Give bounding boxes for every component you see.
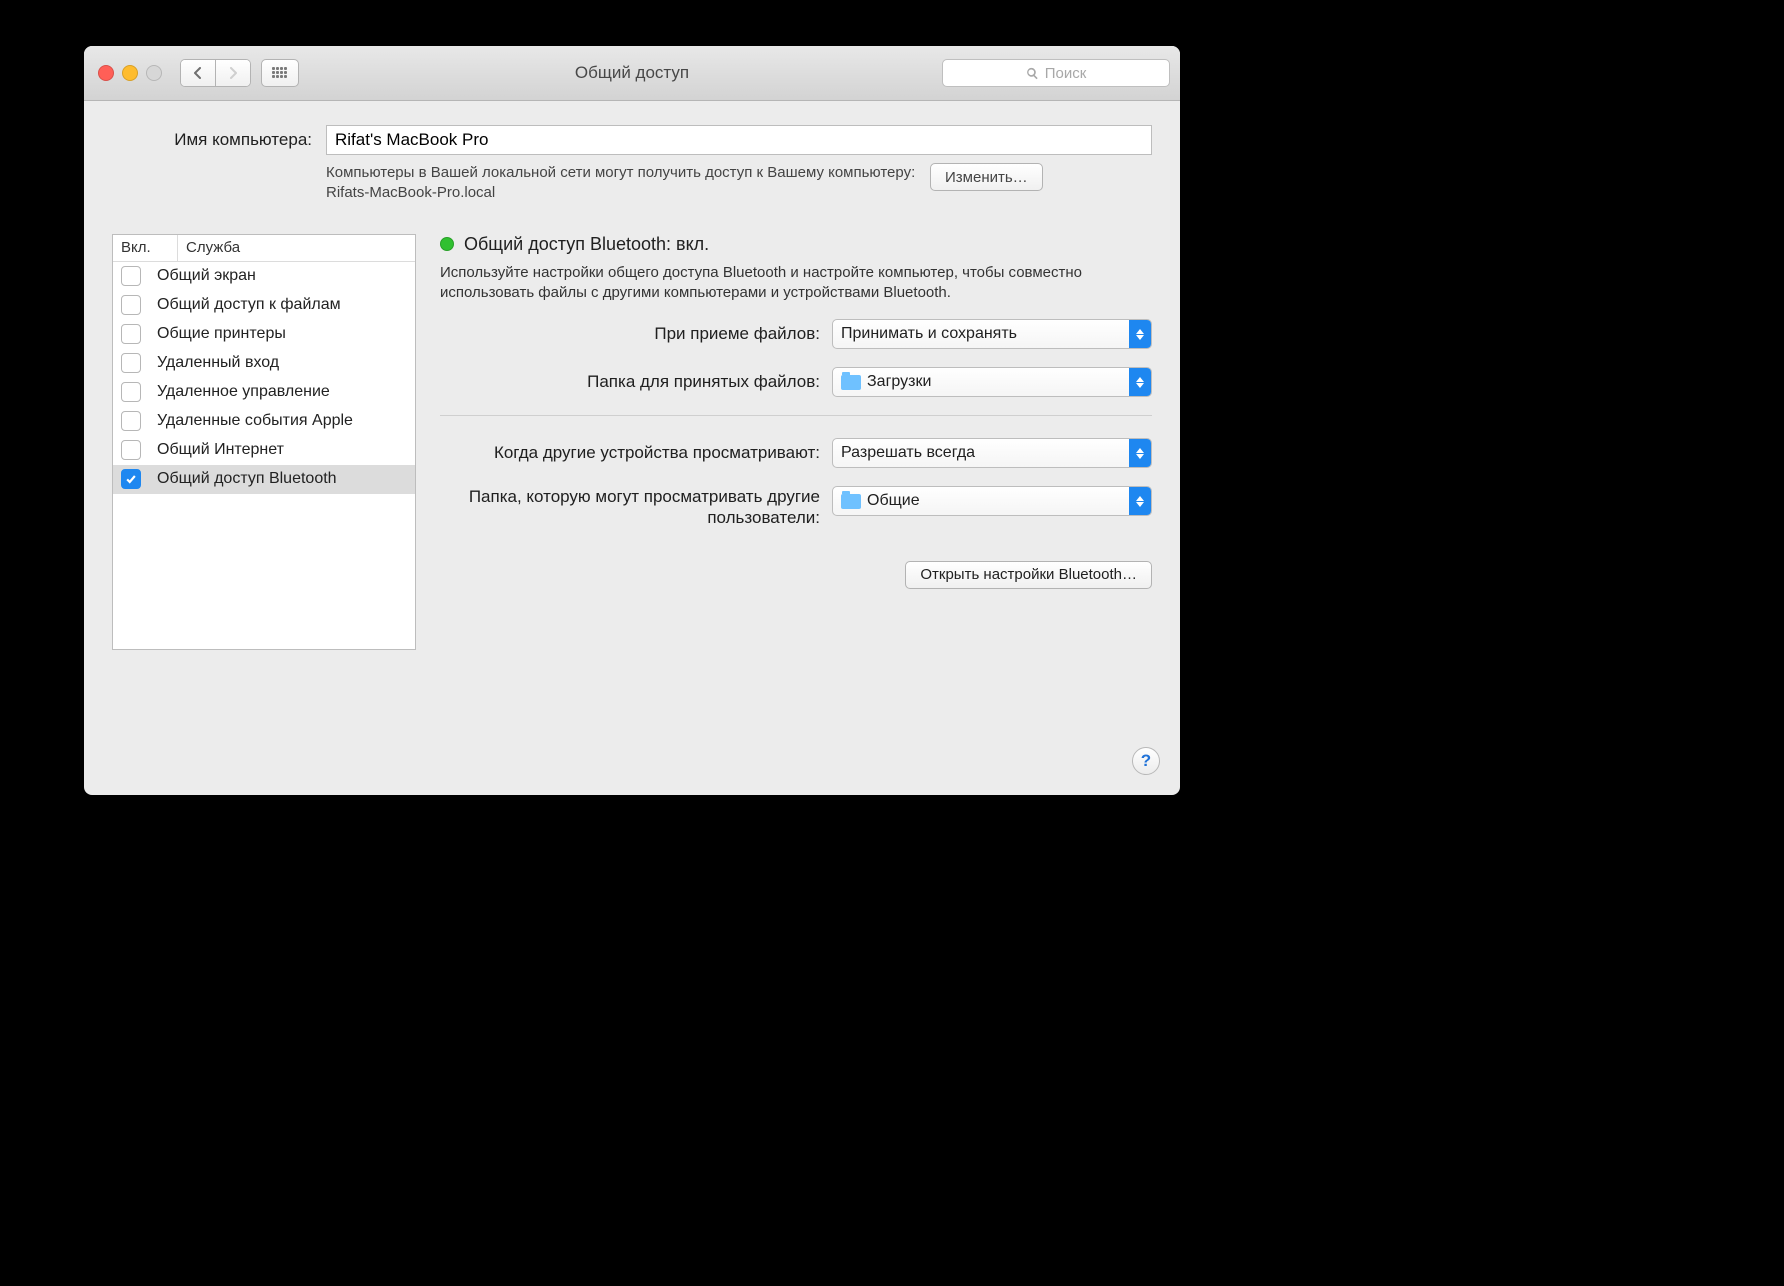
service-row[interactable]: Удаленный вход (113, 349, 415, 378)
service-name: Общий экран (157, 267, 256, 285)
browse-action-label: Когда другие устройства просматривают: (440, 442, 820, 463)
table-header: Вкл. Служба (113, 235, 415, 262)
receive-folder-value: Загрузки (867, 373, 931, 391)
service-checkbox[interactable] (121, 469, 141, 489)
service-checkbox[interactable] (121, 382, 141, 402)
prefpane-body: Имя компьютера: Компьютеры в Вашей локал… (84, 101, 1180, 795)
forward-button (215, 60, 250, 86)
table-body: Общий экран Общий доступ к файлам Общие пр… (113, 262, 415, 494)
detail-description: Используйте настройки общего доступа Blu… (440, 263, 1152, 304)
service-checkbox[interactable] (121, 411, 141, 431)
zoom-window-button (146, 65, 162, 81)
service-name: Удаленное управление (157, 383, 330, 401)
service-row[interactable]: Удаленные события Apple (113, 407, 415, 436)
service-row[interactable]: Общий доступ к файлам (113, 291, 415, 320)
service-name: Общий Интернет (157, 441, 284, 459)
col-on: Вкл. (113, 235, 178, 261)
nav-back-forward (180, 59, 251, 87)
popup-arrows-icon (1129, 439, 1151, 467)
edit-hostname-button[interactable]: Изменить… (930, 163, 1043, 191)
service-row[interactable]: Общий доступ Bluetooth (113, 465, 415, 494)
main-area: Вкл. Служба Общий экран Общий доступ к фа… (112, 234, 1152, 650)
popup-arrows-icon (1129, 368, 1151, 396)
computer-name-label: Имя компьютера: (112, 130, 312, 150)
service-row[interactable]: Общий экран (113, 262, 415, 291)
service-name: Удаленный вход (157, 354, 279, 372)
receive-folder-popup[interactable]: Загрузки (832, 367, 1152, 397)
detail-pane: Общий доступ Bluetooth: вкл. Используйте… (440, 234, 1152, 589)
service-name: Общие принтеры (157, 325, 286, 343)
search-placeholder: Поиск (1045, 65, 1087, 82)
help-button[interactable]: ? (1132, 747, 1160, 775)
service-checkbox[interactable] (121, 266, 141, 286)
receive-action-label: При приеме файлов: (440, 323, 820, 344)
service-name: Удаленные события Apple (157, 412, 353, 430)
service-checkbox[interactable] (121, 440, 141, 460)
receive-folder-label: Папка для принятых файлов: (440, 371, 820, 392)
chevron-right-icon (228, 67, 238, 79)
col-service: Служба (178, 235, 240, 261)
open-bluetooth-row: Открыть настройки Bluetooth… (440, 561, 1152, 589)
search-field[interactable]: Поиск (942, 59, 1170, 87)
receive-action-popup[interactable]: Принимать и сохранять (832, 319, 1152, 349)
folder-icon (841, 494, 861, 509)
service-row[interactable]: Общий Интернет (113, 436, 415, 465)
grid-icon (272, 67, 288, 79)
chevron-left-icon (193, 67, 203, 79)
minimize-window-button[interactable] (122, 65, 138, 81)
computer-name-description: Компьютеры в Вашей локальной сети могут … (326, 163, 916, 204)
receive-folder-row: Папка для принятых файлов: Загрузки (440, 367, 1152, 397)
service-name: Общий доступ к файлам (157, 296, 341, 314)
sharing-prefpane-window: Общий доступ Поиск Имя компьютера: Компь… (84, 46, 1180, 795)
service-name: Общий доступ Bluetooth (157, 470, 337, 488)
browse-folder-label: Папка, которую могут просматривать други… (440, 486, 820, 529)
service-checkbox[interactable] (121, 353, 141, 373)
computer-name-row: Имя компьютера: (112, 125, 1152, 155)
popup-arrows-icon (1129, 320, 1151, 348)
browse-folder-row: Папка, которую могут просматривать други… (440, 486, 1152, 529)
service-row[interactable]: Общие принтеры (113, 320, 415, 349)
popup-arrows-icon (1129, 487, 1151, 515)
show-all-button[interactable] (261, 59, 299, 87)
status-line: Общий доступ Bluetooth: вкл. (440, 234, 1152, 255)
browse-folder-value: Общие (867, 492, 920, 510)
browse-action-popup[interactable]: Разрешать всегда (832, 438, 1152, 468)
browse-action-row: Когда другие устройства просматривают: Р… (440, 438, 1152, 468)
status-text: Общий доступ Bluetooth: вкл. (464, 234, 709, 255)
search-icon (1026, 67, 1039, 80)
separator (440, 415, 1152, 416)
browse-action-value: Разрешать всегда (841, 444, 975, 462)
service-row[interactable]: Удаленное управление (113, 378, 415, 407)
folder-icon (841, 375, 861, 390)
service-checkbox[interactable] (121, 324, 141, 344)
toolbar: Общий доступ Поиск (84, 46, 1180, 101)
computer-name-desc-row: Компьютеры в Вашей локальной сети могут … (112, 163, 1152, 204)
service-checkbox[interactable] (121, 295, 141, 315)
receive-action-row: При приеме файлов: Принимать и сохранять (440, 319, 1152, 349)
back-button[interactable] (181, 60, 215, 86)
open-bluetooth-button[interactable]: Открыть настройки Bluetooth… (905, 561, 1152, 589)
close-window-button[interactable] (98, 65, 114, 81)
browse-folder-popup[interactable]: Общие (832, 486, 1152, 516)
window-controls (98, 65, 162, 81)
receive-action-value: Принимать и сохранять (841, 325, 1017, 343)
computer-name-field[interactable] (326, 125, 1152, 155)
services-table: Вкл. Служба Общий экран Общий доступ к фа… (112, 234, 416, 650)
status-dot-icon (440, 237, 454, 251)
